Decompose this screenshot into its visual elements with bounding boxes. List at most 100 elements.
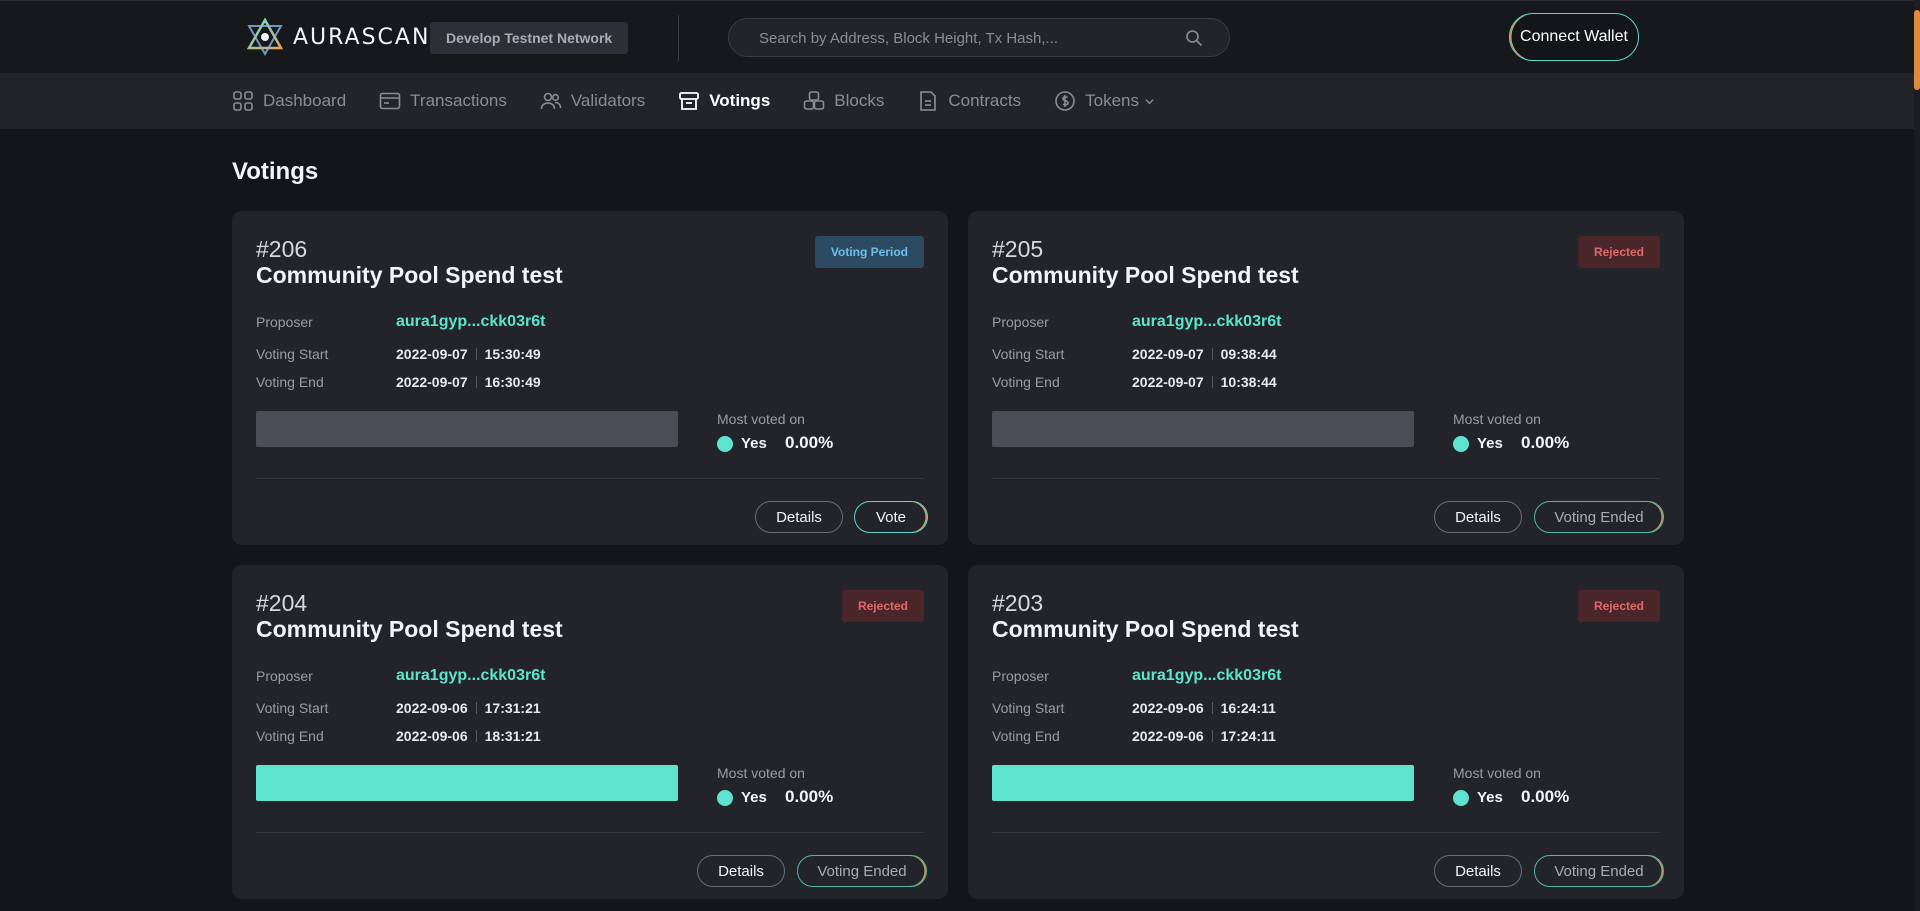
yes-dot-icon — [1453, 436, 1469, 452]
most-voted-label: Most voted on — [717, 765, 805, 781]
status-badge: Rejected — [1577, 590, 1660, 622]
voting-end-time: 10:38:44 — [1220, 374, 1277, 390]
voting-start-time: 16:24:11 — [1220, 700, 1276, 716]
voting-end-time: 18:31:21 — [484, 728, 541, 744]
most-voted-option: Yes — [1477, 435, 1503, 452]
voting-start-date: 2022-09-07 — [1132, 346, 1204, 362]
voting-start-date: 2022-09-06 — [1132, 700, 1204, 716]
nav-votings[interactable]: Votings — [678, 90, 770, 112]
voting-start-value: 2022-09-07 15:30:49 — [396, 346, 541, 362]
divider — [475, 702, 477, 714]
proposer-address[interactable]: aura1gyp...ckk03r6t — [1132, 667, 1281, 685]
top-bar: AURASCAN Develop Testnet Network Connect… — [0, 0, 1920, 74]
voting-end-value: 2022-09-07 16:30:49 — [396, 374, 541, 390]
voting-start-label: Voting Start — [992, 700, 1065, 716]
voting-end-label: Voting End — [992, 728, 1060, 744]
proposal-title[interactable]: Community Pool Spend test — [256, 262, 563, 289]
proposal-id: #205 — [992, 236, 1044, 262]
most-voted-percent: 0.00% — [785, 433, 834, 452]
most-voted-option: Yes — [1477, 789, 1503, 806]
nav-contracts[interactable]: Contracts — [917, 90, 1021, 112]
voting-end-date: 2022-09-06 — [1132, 728, 1204, 744]
validators-icon — [540, 92, 562, 110]
connect-wallet-button[interactable]: Connect Wallet — [1509, 13, 1639, 61]
voting-start-date: 2022-09-07 — [396, 346, 468, 362]
most-voted-option: Yes — [741, 435, 767, 452]
voting-ended-button[interactable]: Voting Ended — [797, 855, 927, 887]
voting-start-value: 2022-09-07 09:38:44 — [1132, 346, 1277, 362]
yes-dot-icon — [1453, 790, 1469, 806]
vote-progress-bar — [992, 765, 1414, 801]
nav-blocks[interactable]: Blocks — [803, 90, 884, 112]
voting-start-date: 2022-09-06 — [396, 700, 468, 716]
most-voted-option: Yes — [741, 789, 767, 806]
search-icon[interactable] — [1185, 29, 1203, 47]
proposal-id: #203 — [992, 590, 1044, 616]
vote-button[interactable]: Vote — [854, 501, 928, 533]
nav-validators[interactable]: Validators — [540, 90, 645, 112]
voting-start-label: Voting Start — [256, 346, 329, 362]
nav-label: Votings — [709, 91, 771, 110]
votings-icon — [679, 92, 700, 110]
most-voted-percent: 0.00% — [785, 787, 834, 806]
details-button[interactable]: Details — [755, 501, 843, 533]
divider — [1211, 376, 1213, 388]
divider — [475, 348, 477, 360]
search-input[interactable] — [757, 19, 1181, 58]
voting-end-time: 17:24:11 — [1220, 728, 1276, 744]
voting-end-date: 2022-09-06 — [396, 728, 468, 744]
network-badge[interactable]: Develop Testnet Network — [430, 22, 629, 54]
most-voted-label: Most voted on — [1453, 411, 1541, 427]
details-button[interactable]: Details — [697, 855, 785, 887]
divider — [1211, 730, 1213, 742]
chevron-down-icon — [1145, 98, 1154, 104]
voting-end-label: Voting End — [256, 728, 324, 744]
divider — [256, 478, 924, 479]
proposal-title[interactable]: Community Pool Spend test — [992, 616, 1299, 643]
voting-start-label: Voting Start — [992, 346, 1065, 362]
proposal-id: #204 — [256, 590, 308, 616]
status-badge: Rejected — [841, 590, 924, 622]
contracts-icon — [920, 91, 937, 111]
voting-start-time: 09:38:44 — [1220, 346, 1277, 362]
proposal-title[interactable]: Community Pool Spend test — [992, 262, 1299, 289]
proposer-label: Proposer — [256, 314, 313, 330]
divider — [992, 478, 1660, 479]
logo-text: AURASCAN — [293, 24, 431, 50]
details-button[interactable]: Details — [1434, 855, 1522, 887]
voting-end-value: 2022-09-06 17:24:11 — [1132, 728, 1276, 744]
status-badge: Rejected — [1577, 236, 1660, 268]
main-nav: Dashboard Transactions Validators Voting… — [0, 73, 1920, 129]
search-box[interactable] — [728, 18, 1230, 58]
nav-label: Blocks — [834, 91, 885, 110]
scrollbar-thumb[interactable] — [1914, 10, 1920, 90]
nav-label: Dashboard — [263, 91, 347, 110]
divider — [475, 730, 477, 742]
voting-ended-button[interactable]: Voting Ended — [1534, 501, 1664, 533]
divider — [992, 832, 1660, 833]
proposal-id: #206 — [256, 236, 308, 262]
proposal-title[interactable]: Community Pool Spend test — [256, 616, 563, 643]
proposer-address[interactable]: aura1gyp...ckk03r6t — [1132, 313, 1281, 331]
proposal-card: #204 Community Pool Spend test Rejected … — [232, 565, 948, 899]
vote-progress-fill — [992, 765, 1414, 801]
voting-start-value: 2022-09-06 16:24:11 — [1132, 700, 1276, 716]
voting-end-date: 2022-09-07 — [1132, 374, 1204, 390]
most-voted-label: Most voted on — [1453, 765, 1541, 781]
proposer-address[interactable]: aura1gyp...ckk03r6t — [396, 667, 545, 685]
blocks-icon — [803, 91, 825, 110]
transactions-icon — [379, 92, 401, 110]
logo[interactable]: AURASCAN — [245, 17, 430, 57]
nav-dashboard[interactable]: Dashboard — [232, 90, 346, 112]
divider — [256, 832, 924, 833]
proposer-address[interactable]: aura1gyp...ckk03r6t — [396, 313, 545, 331]
details-button[interactable]: Details — [1434, 501, 1522, 533]
nav-transactions[interactable]: Transactions — [379, 90, 507, 112]
scrollbar[interactable] — [1914, 0, 1920, 911]
voting-ended-button[interactable]: Voting Ended — [1534, 855, 1664, 887]
proposer-label: Proposer — [992, 668, 1049, 684]
voting-end-value: 2022-09-07 10:38:44 — [1132, 374, 1277, 390]
vote-progress-bar — [256, 765, 678, 801]
nav-label: Tokens — [1085, 91, 1139, 110]
nav-tokens[interactable]: Tokens — [1054, 90, 1155, 112]
